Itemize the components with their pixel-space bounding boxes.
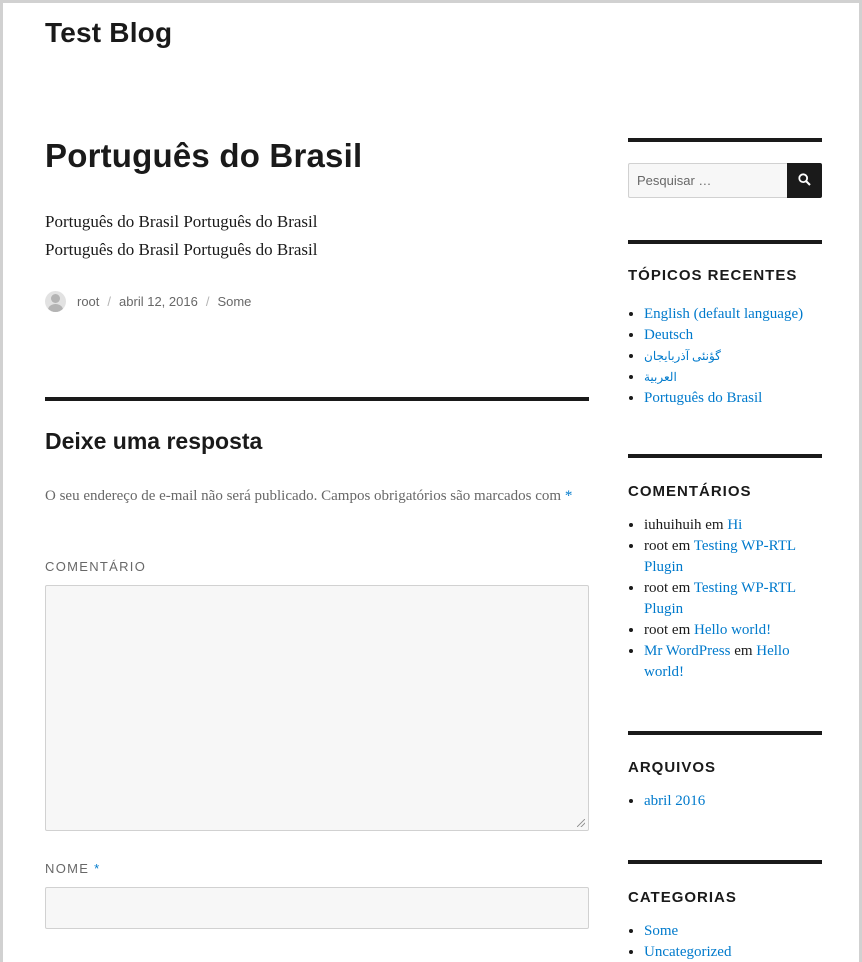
recent-posts-title: TÓPICOS RECENTES (628, 267, 798, 284)
recent-comments-widget: COMENTÁRIOS iuhuihuih em Hi root em Test… (628, 454, 822, 683)
recent-posts-widget: TÓPICOS RECENTES English (default langua… (628, 240, 822, 409)
archives-list: abril 2016 (628, 791, 822, 812)
recent-post-link[interactable]: گؤنئی آذربایجان (644, 349, 721, 363)
comment-author: root (644, 622, 669, 638)
recent-post-link[interactable]: العربية (644, 370, 677, 384)
categories-widget: CATEGORIAS Some Uncategorized (628, 860, 822, 962)
required-mark: * (94, 861, 101, 876)
recent-post-link[interactable]: English (default language) (644, 306, 803, 322)
comment-author: root (644, 538, 669, 554)
archives-widget: ARQUIVOS abril 2016 (628, 731, 822, 812)
avatar (45, 291, 66, 312)
archives-title: ARQUIVOS (628, 759, 717, 776)
search-form (628, 163, 822, 198)
reply-title: Deixe uma resposta (45, 428, 263, 454)
comment-connector: em (671, 538, 691, 554)
comments-divider (45, 397, 589, 401)
resize-handle[interactable] (577, 819, 585, 827)
list-item: Some (644, 921, 822, 942)
comment-connector: em (671, 622, 691, 638)
comment-connector: em (734, 643, 753, 659)
recent-comments-title: COMENTÁRIOS (628, 483, 752, 500)
categories-list: Some Uncategorized (628, 921, 822, 962)
list-item: Mr WordPress em Hello world! (644, 641, 822, 683)
list-item: گؤنئی آذربایجان (644, 346, 822, 367)
post-category-link[interactable]: Some (217, 294, 251, 309)
recent-comments-list: iuhuihuih em Hi root em Testing WP-RTL P… (628, 515, 822, 683)
comment-notes-text: O seu endereço de e-mail não será public… (45, 488, 562, 504)
recent-post-link[interactable]: Português do Brasil (644, 390, 762, 406)
list-item: root em Testing WP-RTL Plugin (644, 536, 822, 578)
categories-title: CATEGORIAS (628, 889, 737, 906)
list-item: Português do Brasil (644, 388, 822, 409)
list-item: Deutsch (644, 325, 822, 346)
required-mark: * (564, 488, 573, 504)
comment-author-link[interactable]: Mr WordPress (644, 643, 730, 659)
post-content: Português do Brasil Português do Brasil … (45, 208, 495, 264)
page-frame: Test Blog Português do Brasil Português … (0, 0, 862, 962)
search-button[interactable] (787, 163, 822, 198)
list-item: Uncategorized (644, 942, 822, 962)
site-title[interactable]: Test Blog (45, 17, 172, 49)
search-widget-rule (628, 138, 822, 142)
comment-post-link[interactable]: Hello world! (694, 622, 771, 638)
comment-connector: em (705, 517, 724, 533)
meta-separator: / (107, 294, 112, 309)
post-meta: root / abril 12, 2016 / Some (45, 291, 251, 312)
author-link[interactable]: root (77, 294, 99, 309)
post-content-line: Português do Brasil Português do Brasil (45, 212, 318, 231)
comment-post-link[interactable]: Hi (727, 517, 742, 533)
post-title: Português do Brasil (45, 137, 363, 174)
list-item: root em Hello world! (644, 620, 822, 641)
comment-author: root (644, 580, 669, 596)
list-item: English (default language) (644, 304, 822, 325)
list-item: iuhuihuih em Hi (644, 515, 822, 536)
search-icon (798, 172, 811, 189)
comment-label: COMENTÁRIO (45, 559, 147, 574)
name-label-text: NOME (45, 861, 90, 876)
post-date-link[interactable]: abril 12, 2016 (119, 294, 198, 309)
category-link[interactable]: Uncategorized (644, 944, 731, 960)
search-input[interactable] (628, 163, 787, 198)
list-item: العربية (644, 367, 822, 388)
recent-post-link[interactable]: Deutsch (644, 327, 693, 343)
list-item: root em Testing WP-RTL Plugin (644, 578, 822, 620)
recent-posts-list: English (default language) Deutsch گؤنئی… (628, 304, 822, 409)
comment-connector: em (671, 580, 691, 596)
meta-separator: / (205, 294, 210, 309)
list-item: abril 2016 (644, 791, 822, 812)
comment-textarea[interactable] (45, 585, 589, 831)
category-link[interactable]: Some (644, 923, 678, 939)
archive-link[interactable]: abril 2016 (644, 793, 705, 809)
name-input[interactable] (45, 887, 589, 929)
name-label: NOME * (45, 861, 100, 876)
comment-author: iuhuihuih (644, 517, 702, 533)
comment-notes: O seu endereço de e-mail não será public… (45, 486, 585, 507)
post-content-line: Português do Brasil Português do Brasil (45, 240, 318, 259)
